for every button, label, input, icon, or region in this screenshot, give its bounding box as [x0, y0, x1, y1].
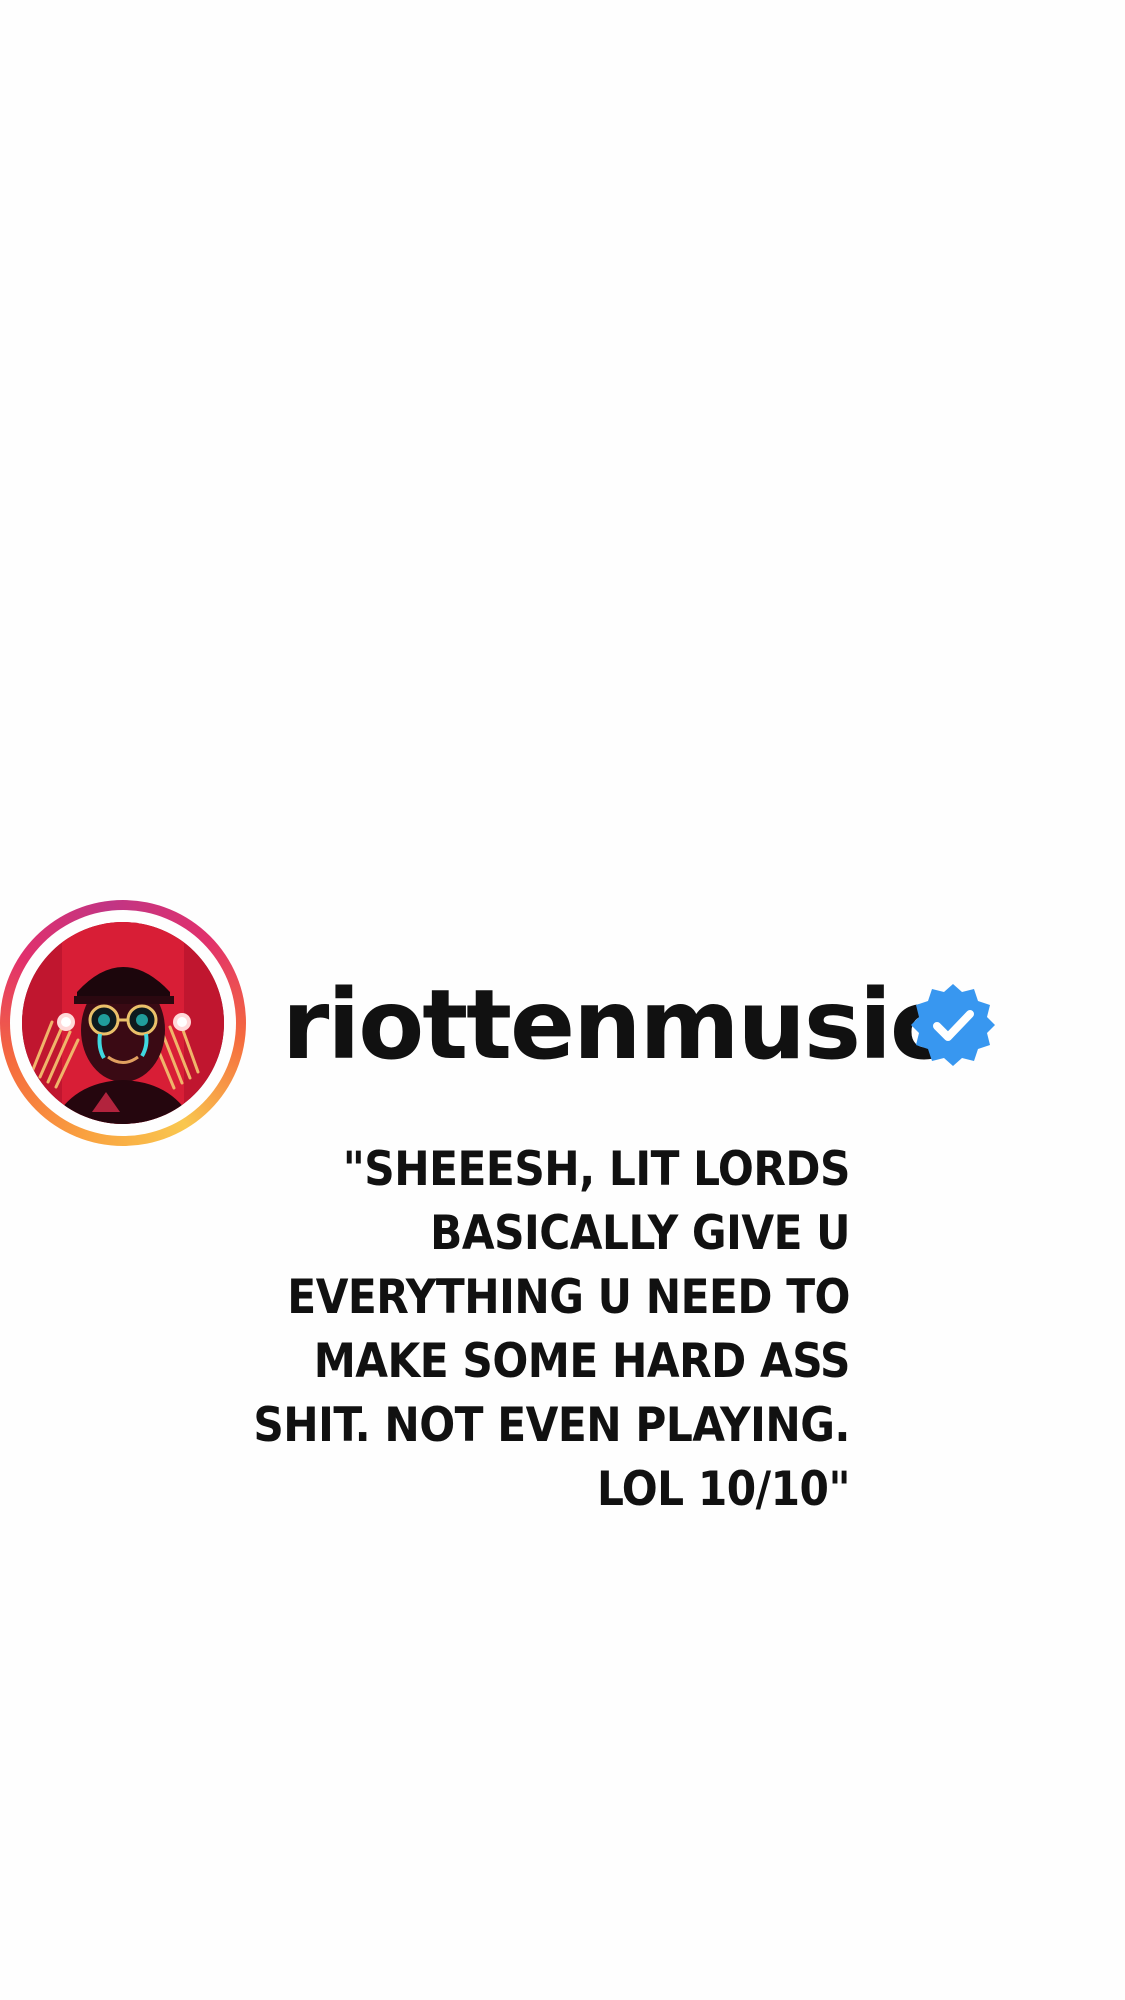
- story-ring[interactable]: [0, 900, 246, 1146]
- profile-username[interactable]: riottenmusic: [282, 970, 947, 1080]
- testimonial-quote: "SHEEESH, LIT LORDS BASICALLY GIVE U EVE…: [253, 1142, 850, 1517]
- avatar-illustration: [22, 922, 224, 1124]
- avatar[interactable]: [22, 922, 224, 1124]
- verified-badge-icon: [911, 984, 995, 1066]
- testimonial-canvas: riottenmusic "SHEEESH, LIT LORDS BASICAL…: [0, 0, 1125, 2000]
